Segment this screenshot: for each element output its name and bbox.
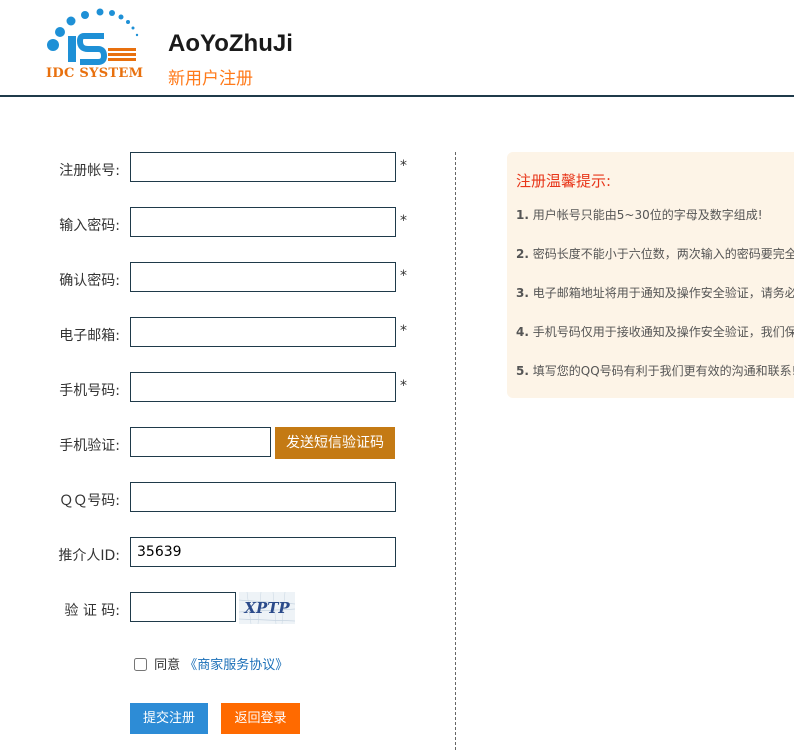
- tip-number: 5.: [516, 364, 529, 378]
- tip-text: 密码长度不能小于六位数，两次输入的密码要完全一致!: [532, 247, 794, 261]
- captcha-input[interactable]: [130, 592, 236, 622]
- captcha-image[interactable]: XPTP: [239, 592, 295, 624]
- password-input[interactable]: [130, 207, 396, 237]
- phone-input[interactable]: [130, 372, 396, 402]
- submit-registration-button[interactable]: 提交注册: [130, 703, 208, 734]
- captcha-text: XPTP: [243, 599, 290, 617]
- site-title: AoYoZhuJi: [168, 30, 293, 57]
- required-mark: *: [400, 378, 407, 394]
- email-input[interactable]: [130, 317, 396, 347]
- agree-label: 同意: [154, 658, 181, 673]
- tips-title: 注册温馨提示:: [516, 172, 612, 190]
- referrer-id-label: 推介人ID:: [58, 548, 120, 564]
- qq-input[interactable]: [130, 482, 396, 512]
- tip-text: 用户帐号只能由5~30位的字母及数字组成!: [532, 208, 763, 222]
- tip-number: 1.: [516, 208, 529, 222]
- tip-text: 手机号码仅用于接收通知及操作安全验证，我们保证不会泄露!: [532, 325, 794, 339]
- tip-number: 4.: [516, 325, 529, 339]
- email-label: 电子邮箱:: [59, 328, 120, 344]
- agree-checkbox[interactable]: [134, 658, 147, 671]
- page-header: IDC SYSTEM AoYoZhuJi 新用户注册: [0, 0, 794, 97]
- required-mark: *: [400, 268, 407, 284]
- captcha-label: 验 证 码:: [64, 603, 120, 619]
- sms-code-input[interactable]: [130, 427, 271, 457]
- logo-text: IDC SYSTEM: [46, 66, 144, 81]
- tip-number: 3.: [516, 286, 529, 300]
- required-mark: *: [400, 213, 407, 229]
- tip-item: 1. 用户帐号只能由5~30位的字母及数字组成!: [516, 206, 763, 223]
- send-sms-code-button[interactable]: 发送短信验证码: [275, 427, 395, 459]
- confirm-password-label: 确认密码:: [59, 273, 120, 289]
- registration-tips-panel: 注册温馨提示: 1. 用户帐号只能由5~30位的字母及数字组成! 2. 密码长度…: [507, 152, 794, 398]
- password-label: 输入密码:: [59, 218, 120, 234]
- page-subtitle: 新用户注册: [168, 69, 253, 89]
- tip-text: 填写您的QQ号码有利于我们更有效的沟通和联系!: [532, 364, 794, 378]
- phone-label: 手机号码:: [59, 383, 120, 399]
- vertical-divider: [455, 152, 456, 750]
- tip-item: 5. 填写您的QQ号码有利于我们更有效的沟通和联系!: [516, 362, 794, 379]
- username-label: 注册帐号:: [59, 163, 120, 179]
- tip-item: 2. 密码长度不能小于六位数，两次输入的密码要完全一致!: [516, 245, 794, 262]
- tip-item: 3. 电子邮箱地址将用于通知及操作安全验证，请务必填写正确!: [516, 284, 794, 301]
- qq-label: ＱＱ号码:: [59, 493, 120, 509]
- required-mark: *: [400, 158, 407, 174]
- tip-item: 4. 手机号码仅用于接收通知及操作安全验证，我们保证不会泄露!: [516, 323, 794, 340]
- back-to-login-button[interactable]: 返回登录: [221, 703, 300, 734]
- required-mark: *: [400, 323, 407, 339]
- tip-number: 2.: [516, 247, 529, 261]
- username-input[interactable]: [130, 152, 396, 182]
- tip-text: 电子邮箱地址将用于通知及操作安全验证，请务必填写正确!: [532, 286, 794, 300]
- referrer-id-input[interactable]: [130, 537, 396, 567]
- sms-code-label: 手机验证:: [59, 438, 120, 454]
- agreement-row: 同意 《商家服务协议》: [134, 654, 288, 673]
- agreement-link[interactable]: 《商家服务协议》: [184, 658, 288, 673]
- confirm-password-input[interactable]: [130, 262, 396, 292]
